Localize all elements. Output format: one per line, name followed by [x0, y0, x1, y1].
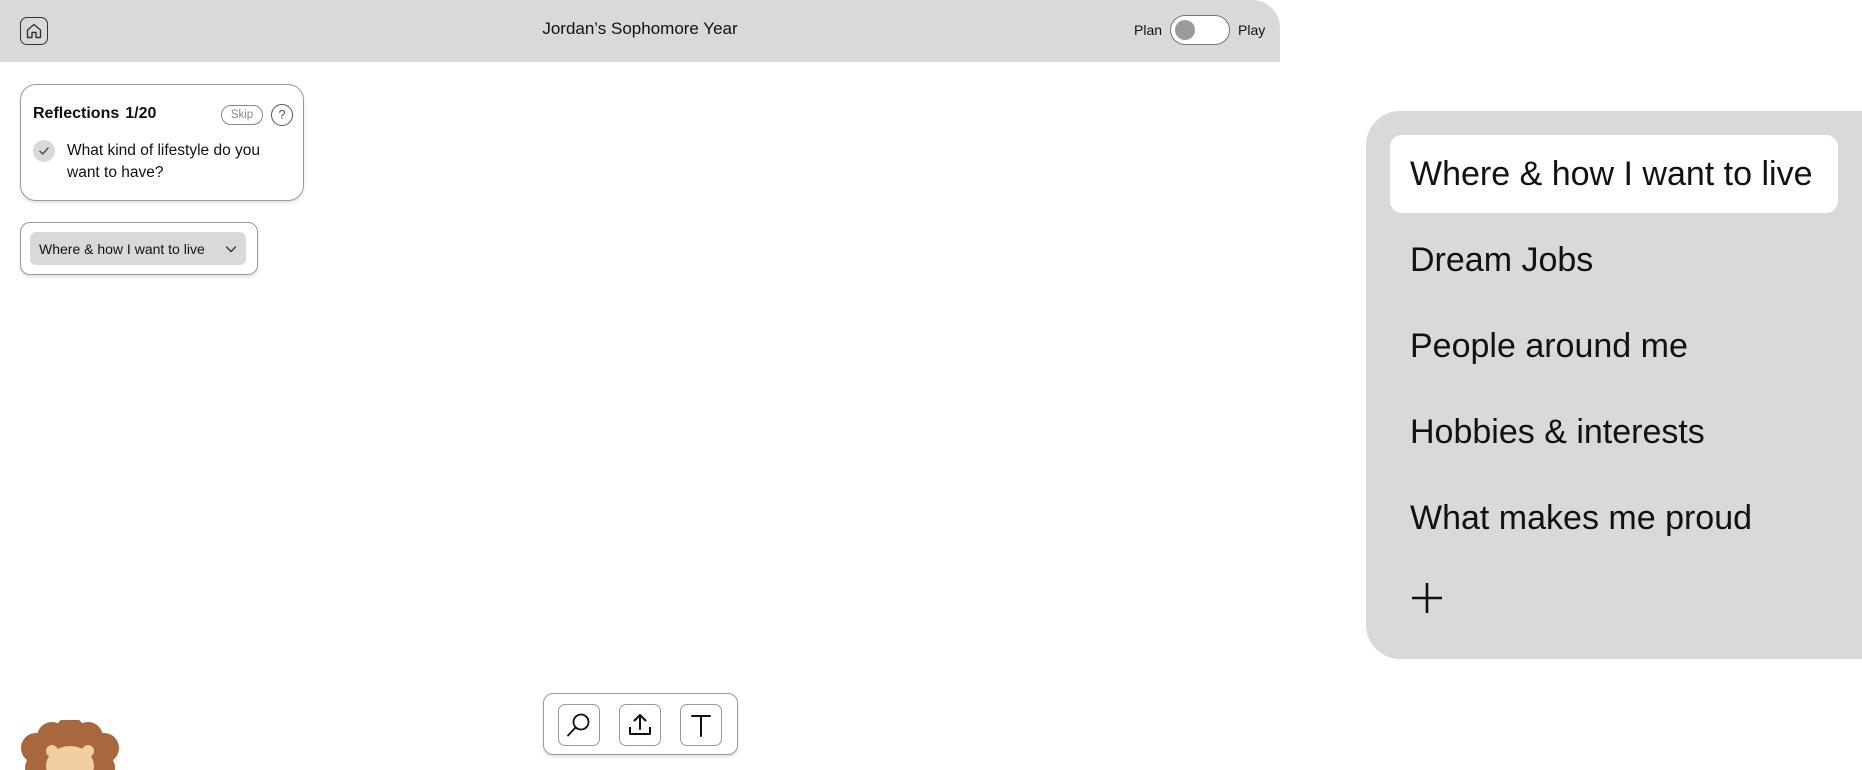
category-item-people-around-me[interactable]: People around me: [1390, 307, 1838, 385]
upload-icon: [629, 714, 651, 735]
avatar[interactable]: [18, 720, 122, 770]
category-item-where-how-i-want-to-live[interactable]: Where & how I want to live: [1390, 135, 1838, 213]
reflection-question: What kind of lifestyle do you want to ha…: [67, 142, 260, 181]
chevron-down-icon: [225, 246, 237, 253]
text-tool-button[interactable]: [680, 704, 722, 746]
category-dropdown[interactable]: Where & how I want to live: [30, 232, 246, 265]
category-item-what-makes-me-proud[interactable]: What makes me proud: [1390, 479, 1838, 557]
add-category-button[interactable]: [1410, 581, 1444, 615]
category-panel: Where & how I want to live Dream Jobs Pe…: [1366, 111, 1862, 659]
plus-icon: [1412, 583, 1442, 613]
check-icon[interactable]: [33, 140, 55, 162]
search-icon: [567, 713, 590, 737]
category-item-hobbies-interests[interactable]: Hobbies & interests: [1390, 393, 1838, 471]
reflections-label: Reflections: [33, 105, 120, 122]
skip-button[interactable]: Skip: [221, 105, 263, 125]
reflections-count: 1/20: [125, 105, 157, 122]
text-tool-icon: [691, 715, 711, 737]
category-item-dream-jobs[interactable]: Dream Jobs: [1390, 221, 1838, 299]
top-bar: Jordan’s Sophomore Year Plan Play: [0, 0, 1280, 62]
category-select-card: Where & how I want to live: [20, 222, 258, 275]
reflections-card: Reflections 1/20 Skip ? What kind of life…: [20, 84, 304, 201]
plan-label: Plan: [1134, 22, 1163, 38]
reflections-heading: Reflections 1/20: [33, 105, 156, 123]
plan-play-toggle[interactable]: [1170, 15, 1231, 45]
play-label: Play: [1238, 22, 1266, 38]
toggle-knob: [1175, 20, 1196, 40]
mode-switch: Plan Play: [1134, 15, 1265, 45]
search-button[interactable]: [558, 704, 600, 746]
page-title: Jordan’s Sophomore Year: [542, 19, 738, 38]
upload-button[interactable]: [619, 704, 661, 746]
help-button[interactable]: ?: [271, 104, 293, 126]
category-dropdown-value: Where & how I want to live: [39, 240, 205, 257]
bottom-toolbar: [543, 693, 738, 755]
lion-avatar-icon: [21, 720, 119, 770]
